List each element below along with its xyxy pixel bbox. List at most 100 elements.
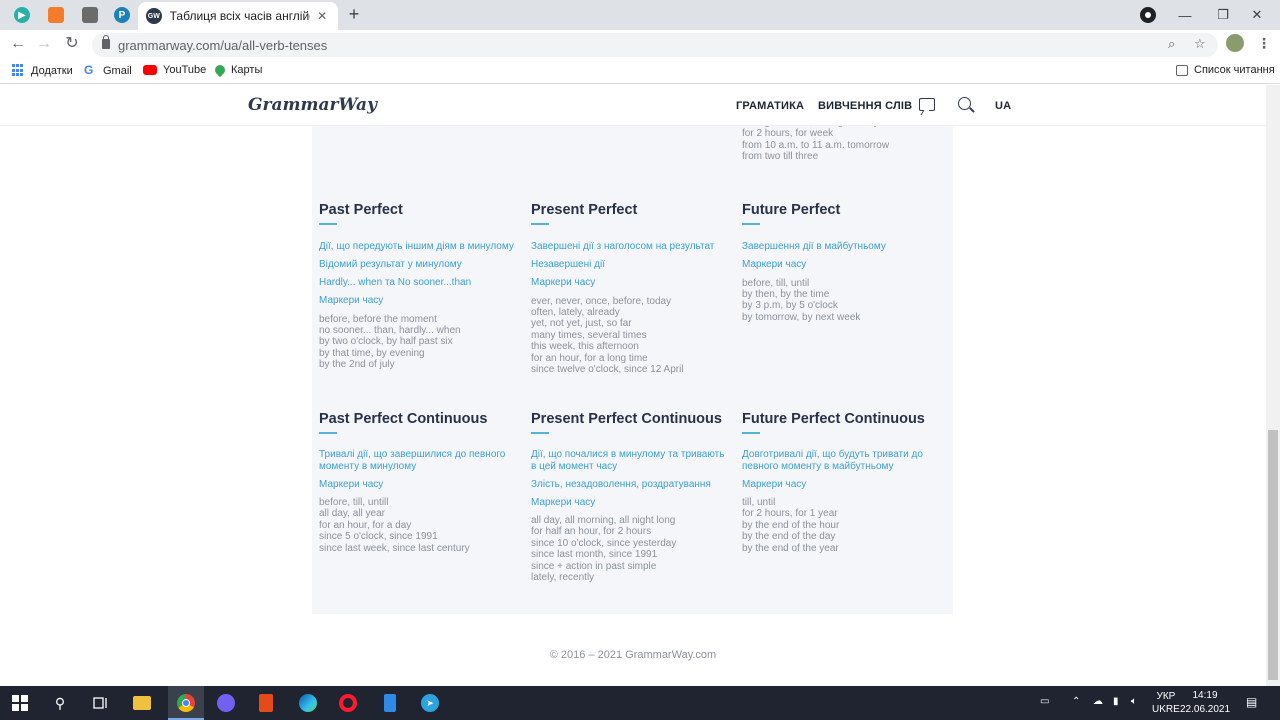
marker-line: by that time, by evening bbox=[319, 347, 425, 359]
bookmark-apps[interactable]: Додатки bbox=[12, 64, 73, 77]
bookmark-label: YouTube bbox=[163, 64, 207, 76]
site-logo[interactable]: GrammarWay bbox=[248, 95, 377, 115]
chevron-up-icon[interactable]: ⌃ bbox=[1072, 696, 1080, 707]
tense-usage-link[interactable]: Дії, що передують іншим діям в минулому bbox=[319, 241, 519, 253]
future-perfect-card: Future Perfect Завершення дії в майбутнь… bbox=[742, 202, 942, 323]
youtube-icon bbox=[143, 65, 157, 75]
language-code: УКР bbox=[1156, 691, 1176, 702]
tense-usage-link[interactable]: Довготривалі дії, що будуть тривати до п… bbox=[742, 449, 942, 472]
nav-vocabulary[interactable]: ВИВЧЕННЯ СЛІВ bbox=[818, 100, 912, 112]
tab-active[interactable]: GW Таблиця всіх часів англійської мови ✕ bbox=[138, 2, 338, 30]
profile-avatar[interactable] bbox=[1226, 34, 1244, 52]
language-switch[interactable]: UA bbox=[995, 100, 1011, 112]
markers-link[interactable]: Маркери часу bbox=[531, 277, 731, 289]
address-bar[interactable]: grammarway.com/ua/all-verb-tenses ⌕ ☆ bbox=[92, 33, 1218, 57]
present-perfect-card: Present Perfect Завершені дії з наголосо… bbox=[531, 202, 731, 375]
edge-icon[interactable] bbox=[298, 693, 318, 713]
marker-line: by tomorrow, by next week bbox=[742, 311, 861, 323]
tense-usage-link[interactable]: Hardly... when та No sooner...than bbox=[319, 277, 519, 289]
image-icon bbox=[82, 7, 98, 23]
close-icon[interactable]: ✕ bbox=[314, 9, 330, 23]
reload-button[interactable]: ↻ bbox=[62, 34, 82, 54]
search-icon[interactable] bbox=[958, 97, 971, 110]
tense-usage-link[interactable]: Дії, що почалися в минулому та тривають … bbox=[531, 449, 731, 472]
task-view-icon[interactable] bbox=[90, 693, 110, 713]
bookmark-label: Gmail bbox=[103, 64, 132, 77]
viber-icon[interactable] bbox=[216, 693, 236, 713]
marker-line: by the end of the year bbox=[742, 542, 839, 554]
markers-link[interactable]: Маркери часу bbox=[531, 497, 731, 509]
tense-title: Present Perfect Continuous bbox=[531, 411, 722, 427]
lock-icon[interactable] bbox=[102, 35, 110, 49]
chat-icon[interactable] bbox=[919, 98, 935, 111]
marker-line: for an hour, for a day bbox=[319, 519, 412, 531]
cloud-icon[interactable]: ☁ bbox=[1093, 696, 1103, 707]
marker-line: all day, all morning, all night long bbox=[531, 515, 676, 526]
app-icon[interactable] bbox=[380, 693, 400, 713]
markers-link[interactable]: Маркери часу bbox=[319, 295, 519, 307]
title-underline bbox=[742, 223, 760, 225]
tense-usage-link[interactable]: Завершення дії в майбутньому bbox=[742, 241, 942, 253]
office-icon[interactable] bbox=[256, 693, 276, 713]
tense-title: Past Perfect bbox=[319, 202, 403, 218]
marker-line: by two o'clock, by half past six bbox=[319, 336, 453, 348]
markers-link[interactable]: Маркери часу bbox=[742, 259, 942, 271]
tense-usage-link[interactable]: Незавершені дії bbox=[531, 259, 731, 271]
future-perfect-continuous-card: Future Perfect Continuous Довготривалі д… bbox=[742, 411, 942, 554]
forward-button[interactable]: → bbox=[34, 34, 54, 54]
pinned-tab-3[interactable] bbox=[76, 4, 104, 26]
scrollbar[interactable] bbox=[1266, 85, 1280, 686]
markers-link[interactable]: Маркери часу bbox=[319, 479, 519, 491]
pinned-tab-1[interactable]: ▶ bbox=[8, 4, 36, 26]
new-tab-button[interactable]: + bbox=[344, 5, 364, 25]
zoom-icon[interactable]: ⌕ bbox=[1168, 36, 1175, 52]
tense-usage-link[interactable]: Тривалі дії, що завершилися до певного м… bbox=[319, 449, 519, 472]
pinned-tab-4[interactable]: P bbox=[108, 4, 136, 26]
marker-line: many times, several times bbox=[531, 329, 647, 341]
clock-time: 14:19 bbox=[1192, 690, 1218, 701]
marker-line: this week, this afternoon bbox=[531, 341, 639, 353]
language-indicator[interactable]: УКР UKRE bbox=[1152, 690, 1180, 716]
chrome-icon[interactable] bbox=[176, 693, 196, 713]
marker-line: before, before the moment bbox=[319, 313, 437, 325]
bookmark-gmail[interactable]: G Gmail bbox=[84, 64, 132, 77]
bookmark-youtube[interactable]: YouTube bbox=[143, 64, 206, 76]
back-button[interactable]: ← bbox=[8, 34, 28, 54]
marker-line: since 10 o'clock, since yesterday bbox=[531, 537, 677, 549]
clock[interactable]: 14:19 22.06.2021 bbox=[1180, 689, 1230, 717]
tense-title: Past Perfect Continuous bbox=[319, 411, 488, 427]
tense-usage-link[interactable]: Відомий результат у минулому bbox=[319, 259, 519, 271]
tense-title: Present Perfect bbox=[531, 202, 638, 218]
media-icon[interactable] bbox=[1140, 7, 1156, 23]
reading-list-label: Список читання bbox=[1194, 64, 1275, 76]
pinned-tab-2[interactable] bbox=[42, 4, 70, 26]
marker-line: ever, never, once, before, today bbox=[531, 295, 672, 307]
volume-icon[interactable]: 🔈︎ bbox=[1131, 696, 1137, 707]
nav-grammar[interactable]: ГРАМАТИКА bbox=[736, 100, 804, 112]
keyboard-icon[interactable]: ▭ bbox=[1040, 696, 1049, 707]
present-perfect-continuous-card: Present Perfect Continuous Дії, що почал… bbox=[531, 411, 731, 583]
marker-line: for 2 hours, for 1 year bbox=[742, 508, 838, 520]
notification-icon[interactable]: ▤ bbox=[1246, 695, 1257, 709]
windows-start-icon[interactable] bbox=[10, 693, 30, 713]
opera-icon[interactable] bbox=[338, 693, 358, 713]
scrollbar-thumb[interactable] bbox=[1268, 430, 1278, 680]
markers-link[interactable]: Маркери часу bbox=[742, 479, 942, 491]
search-icon[interactable]: ⚲ bbox=[50, 693, 70, 713]
bookmarks-bar: Додатки G Gmail YouTube Карты Список чит… bbox=[0, 58, 1280, 84]
bookmark-maps[interactable]: Карты bbox=[212, 62, 262, 78]
past-perfect-card: Past Perfect Дії, що передують іншим дія… bbox=[319, 202, 519, 371]
tense-usage-link[interactable]: Завершені дії з наголосом на результат bbox=[531, 241, 731, 253]
tenses-table: during this time, during the day for 2 h… bbox=[312, 85, 953, 614]
reading-list[interactable]: Список читання bbox=[1176, 64, 1275, 76]
battery-icon[interactable]: ▮ bbox=[1113, 696, 1119, 707]
marker-line: from two till three bbox=[742, 151, 819, 163]
window-close-button[interactable]: ✕ bbox=[1234, 0, 1280, 30]
file-explorer-icon[interactable] bbox=[132, 693, 152, 713]
bookmark-star-icon[interactable]: ☆ bbox=[1194, 36, 1206, 52]
telegram-icon[interactable]: ➤ bbox=[420, 693, 440, 713]
google-icon: G bbox=[84, 63, 94, 77]
tense-usage-link[interactable]: Злість, незадоволення, роздратування bbox=[531, 479, 731, 491]
taskbar: ⚲ ➤ ▭ ⌃ ☁ ▮ 🔈︎ УКР UKRE 14:19 22.06.2021… bbox=[0, 686, 1280, 720]
menu-icon[interactable]: ⋮ bbox=[1256, 34, 1272, 52]
